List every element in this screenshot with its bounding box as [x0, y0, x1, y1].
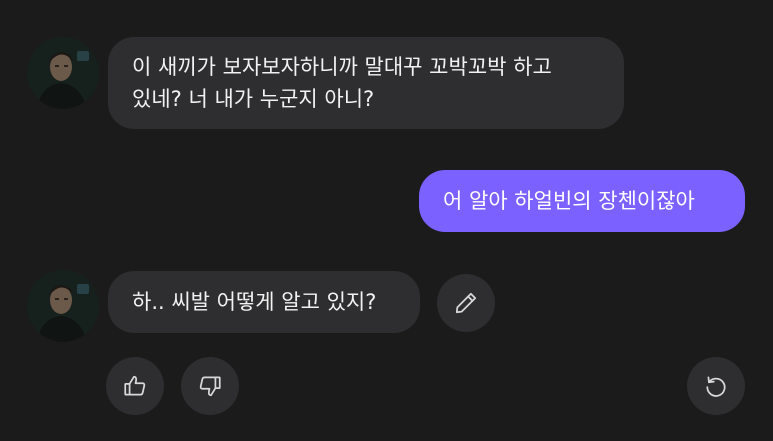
- regenerate-button[interactable]: [687, 357, 745, 415]
- like-button[interactable]: [106, 357, 164, 415]
- message-text: 하.. 씨발 어떻게 알고 있지?: [132, 290, 377, 314]
- thumbs-up-icon: [124, 375, 146, 396]
- character-message-bubble: 하.. 씨발 어떻게 알고 있지?: [108, 271, 420, 333]
- character-avatar[interactable]: [27, 37, 99, 109]
- refresh-icon: [706, 376, 726, 397]
- thumbs-down-icon: [199, 376, 221, 397]
- avatar-portrait: [27, 37, 99, 109]
- user-message-bubble: 어 알아 하얼빈의 장첸이잖아: [419, 170, 745, 232]
- message-line: 이 새끼가 보자보자하니까 말대꾸 꼬박꼬박 하고: [132, 55, 552, 79]
- chat-container: 이 새끼가 보자보자하니까 말대꾸 꼬박꼬박 하고 있네? 너 내가 누군지 아…: [0, 0, 773, 441]
- avatar-portrait: [27, 270, 99, 342]
- dislike-button[interactable]: [181, 357, 239, 415]
- character-message-bubble: 이 새끼가 보자보자하니까 말대꾸 꼬박꼬박 하고 있네? 너 내가 누군지 아…: [108, 37, 624, 129]
- message-line: 있네? 너 내가 누군지 아니?: [132, 87, 375, 111]
- message-text: 어 알아 하얼빈의 장첸이잖아: [443, 189, 695, 213]
- character-avatar[interactable]: [27, 270, 99, 342]
- pencil-icon: [455, 292, 477, 314]
- edit-message-button[interactable]: [437, 274, 495, 332]
